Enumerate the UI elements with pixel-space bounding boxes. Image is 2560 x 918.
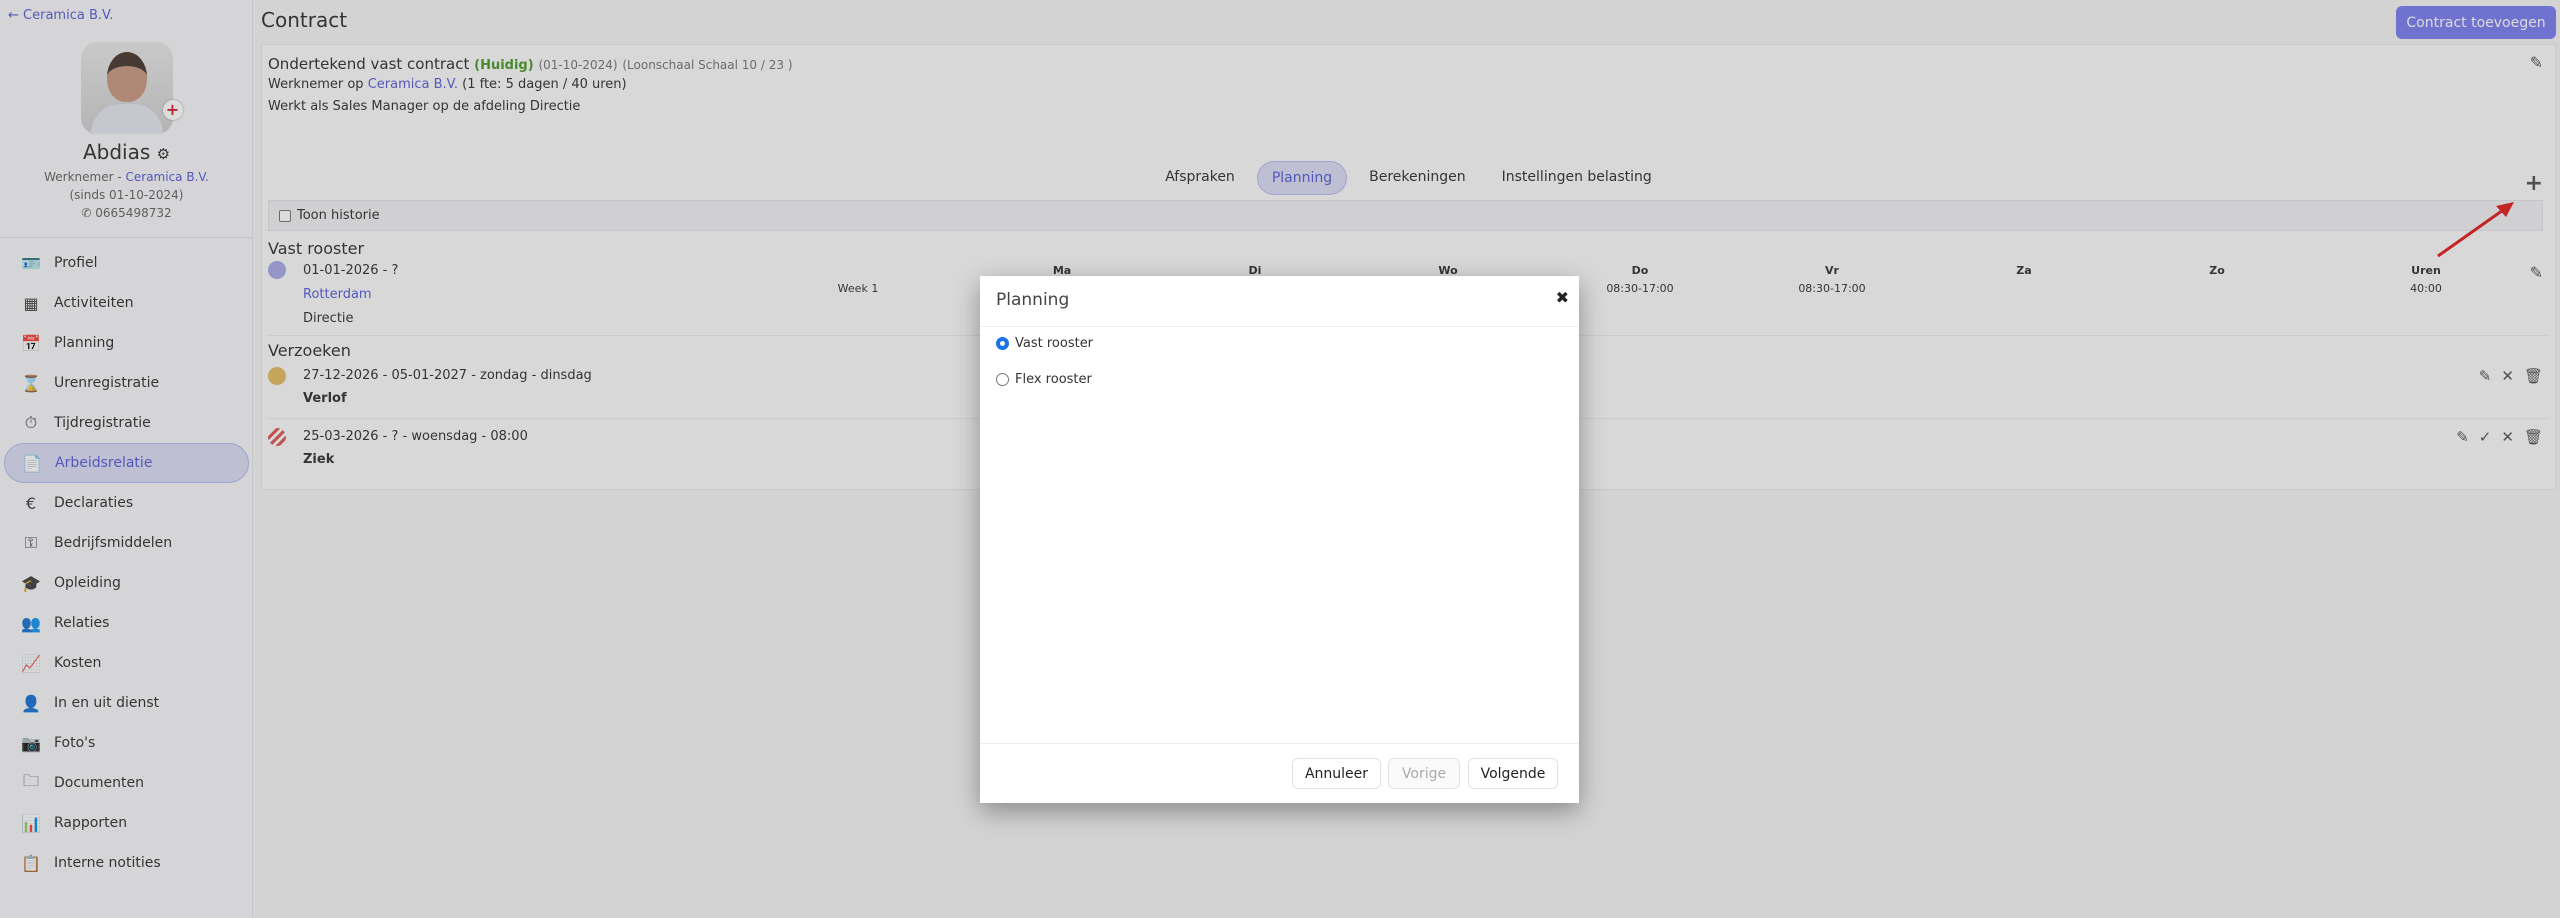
radio-button[interactable] — [996, 373, 1009, 386]
radio-flex-rooster[interactable]: Flex rooster — [996, 372, 1092, 387]
next-button[interactable]: Volgende — [1468, 758, 1558, 789]
cancel-button[interactable]: Annuleer — [1292, 758, 1381, 789]
modal-title: Planning — [996, 290, 1070, 310]
radio-vast-rooster[interactable]: Vast rooster — [996, 336, 1093, 351]
planning-modal: Planning ✖ Vast rooster Flex rooster Ann… — [980, 276, 1579, 803]
previous-button[interactable]: Vorige — [1388, 758, 1460, 789]
radio-label: Vast rooster — [1015, 336, 1094, 351]
close-icon[interactable]: ✖ — [1556, 288, 1569, 307]
radio-button[interactable] — [996, 337, 1009, 350]
radio-label: Flex rooster — [1015, 372, 1092, 387]
